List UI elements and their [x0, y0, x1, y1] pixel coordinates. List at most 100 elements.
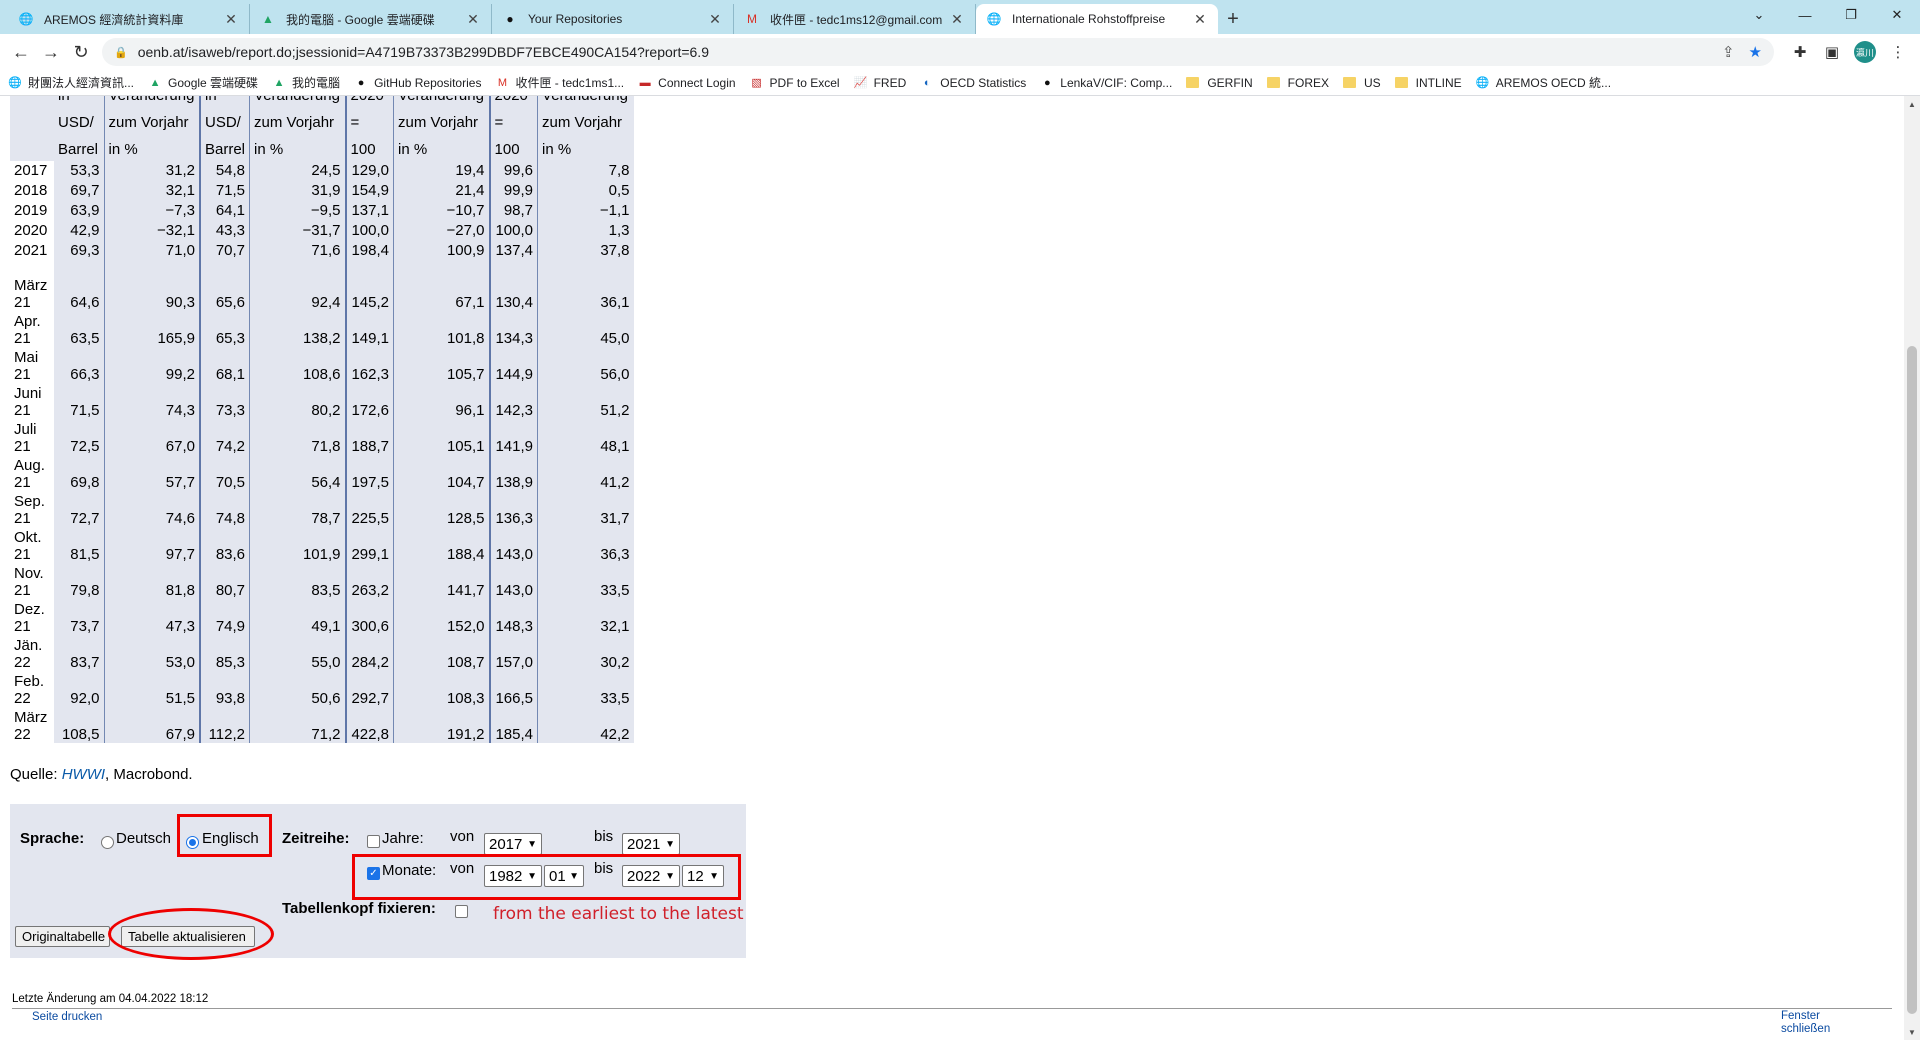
tab-5[interactable]: 🌐 Internationale Rohstoffpreise ✕ — [976, 4, 1218, 34]
scrollbar-thumb[interactable] — [1907, 346, 1917, 1014]
bookmark-item[interactable]: ◐ OECD Statistics — [920, 76, 1026, 90]
checkbox-monate[interactable]: ✓ — [367, 867, 380, 880]
bookmark-item[interactable]: 🌐 財團法人經濟資訊... — [8, 74, 134, 91]
chevron-down-icon: ▼ — [709, 870, 719, 882]
table-cell: 136,3 — [489, 491, 539, 527]
scroll-up-icon[interactable]: ▲ — [1904, 96, 1920, 112]
tab-search-icon[interactable]: ⌄ — [1736, 0, 1782, 30]
google-drive-icon: ▲ — [273, 76, 285, 89]
close-icon[interactable]: ✕ — [223, 11, 239, 28]
lock-icon[interactable]: 🔒 — [114, 46, 128, 59]
table-cell: 299,1 — [345, 527, 395, 563]
table-cell: 63,9 — [54, 201, 105, 221]
select-monate-from-year[interactable]: 1982 ▼ — [484, 865, 542, 887]
close-icon[interactable]: ✕ — [949, 11, 965, 28]
table-cell: 31,9 — [249, 181, 347, 201]
share-icon[interactable]: ⇪ — [1722, 43, 1735, 61]
bookmark-item[interactable]: ▧ PDF to Excel — [750, 76, 839, 90]
table-cell: 108,6 — [249, 347, 347, 383]
hwwi-link[interactable]: HWWI — [62, 766, 105, 783]
table-cell: 79,8 — [54, 563, 105, 599]
bookmark-item[interactable]: ● LenkaV/CIF: Comp... — [1040, 76, 1172, 90]
checkbox-jahre[interactable] — [367, 835, 380, 848]
tab-2[interactable]: ▲ 我的電腦 - Google 雲端硬碟 ✕ — [250, 4, 492, 34]
close-icon[interactable]: ✕ — [465, 11, 481, 28]
select-monate-from-month[interactable]: 01 ▼ — [544, 865, 584, 887]
table-cell: 72,7 — [54, 491, 105, 527]
row-label: Jän. 22 — [10, 635, 54, 671]
bookmark-item[interactable]: US — [1343, 76, 1381, 90]
back-button[interactable]: ← — [6, 37, 36, 67]
spacer-cell — [393, 261, 491, 275]
column-header: zum Vorjahr — [393, 107, 491, 134]
table-cell: 138,9 — [489, 455, 539, 491]
menu-icon[interactable]: ⋮ — [1882, 37, 1914, 67]
forward-button[interactable]: → — [36, 37, 66, 67]
restore-button[interactable]: ❐ — [1828, 0, 1874, 30]
close-window-button[interactable]: ✕ — [1874, 0, 1920, 30]
select-monate-to-month[interactable]: 12 ▼ — [682, 865, 724, 887]
bookmark-item[interactable]: M 收件匣 - tedc1ms1... — [495, 74, 624, 91]
table-cell: 284,2 — [345, 635, 395, 671]
year-suffix: 21 — [14, 402, 31, 419]
table-row: Aug. 21 69,8 57,7 70,5 56,4 197,5 104,7 138,9 41,… — [10, 455, 634, 491]
checkbox-tabellenkopf[interactable] — [455, 905, 468, 918]
bookmark-item[interactable]: 📈 FRED — [854, 76, 907, 90]
url-text[interactable]: oenb.at/isaweb/report.do;jsessionid=A471… — [138, 44, 1708, 60]
bookmark-item[interactable]: ▬ Connect Login — [638, 76, 736, 90]
year-suffix: 21 — [14, 330, 31, 347]
close-icon[interactable]: ✕ — [707, 11, 723, 28]
side-panel-icon[interactable]: ▣ — [1816, 37, 1848, 67]
vertical-scrollbar[interactable]: ▲ ▼ — [1904, 96, 1920, 1040]
year-suffix: 21 — [14, 438, 31, 455]
tab-4[interactable]: M 收件匣 - tedc1ms12@gmail.com ✕ — [734, 4, 976, 34]
scroll-down-icon[interactable]: ▼ — [1904, 1024, 1920, 1040]
bookmark-item[interactable]: ● GitHub Repositories — [354, 76, 482, 90]
table-cell: 197,5 — [345, 455, 395, 491]
bookmark-item[interactable]: INTLINE — [1394, 76, 1462, 90]
bookmark-item[interactable]: ▲ Google 雲端硬碟 — [148, 74, 258, 91]
select-jahre-from[interactable]: 2017 ▼ — [484, 833, 542, 855]
table-cell: 97,7 — [104, 527, 201, 563]
table-cell: 172,6 — [345, 383, 395, 419]
table-cell: 31,7 — [537, 491, 634, 527]
table-cell: 74,9 — [200, 599, 251, 635]
tab-1[interactable]: 🌐 AREMOS 經濟統計資料庫 ✕ — [8, 4, 250, 34]
table-row: 2018 69,7 32,1 71,5 31,9 154,9 21,4 99,9 0,5 — [10, 181, 634, 201]
radio-deutsch[interactable] — [101, 836, 114, 849]
bookmark-item[interactable]: GERFIN — [1186, 76, 1253, 90]
minimize-button[interactable]: — — [1782, 0, 1828, 30]
extensions-icon[interactable]: ✚ — [1784, 37, 1816, 67]
address-bar[interactable]: 🔒 oenb.at/isaweb/report.do;jsessionid=A4… — [102, 38, 1774, 66]
year-suffix: 21 — [14, 546, 31, 563]
github-icon: ● — [506, 12, 514, 26]
bookmark-star-icon[interactable]: ★ — [1749, 43, 1762, 61]
bis-label-years: bis — [594, 828, 614, 845]
select-jahre-to[interactable]: 2021 ▼ — [622, 833, 680, 855]
select-monate-to-year[interactable]: 2022 ▼ — [622, 865, 680, 887]
close-icon[interactable]: ✕ — [1192, 11, 1208, 28]
table-row: Juni 21 71,5 74,3 73,3 80,2 172,6 96,1 142,3 51,2 — [10, 383, 634, 419]
table-cell: 98,7 — [489, 201, 539, 221]
bookmark-item[interactable]: ▲ 我的電腦 — [272, 74, 340, 91]
reload-button[interactable]: ↻ — [66, 37, 96, 67]
bookmark-item[interactable]: FOREX — [1266, 76, 1329, 90]
row-label: Mai 21 — [10, 347, 54, 383]
originaltabelle-button[interactable]: Originaltabelle — [15, 926, 110, 947]
von-label-months: von — [450, 860, 475, 877]
table-row: 2017 53,3 31,2 54,8 24,5 129,0 19,4 99,6 7,8 — [10, 161, 634, 181]
table-cell: 422,8 — [345, 707, 395, 743]
close-window-link[interactable]: Fenster schließen — [1781, 1010, 1830, 1036]
print-page-link[interactable]: Seite drucken — [32, 1011, 102, 1023]
month-label: Aug. — [14, 457, 45, 474]
table-spacer-row — [10, 261, 634, 275]
bookmark-item[interactable]: 🌐 AREMOS OECD 統... — [1476, 74, 1611, 91]
table-cell: 48,1 — [537, 419, 634, 455]
jahre-label: Jahre: — [382, 830, 424, 847]
profile-avatar[interactable]: 瀛川 — [1854, 41, 1876, 63]
table-row: Dez. 21 73,7 47,3 74,9 49,1 300,6 152,0 148,3 32,… — [10, 599, 634, 635]
new-tab-button[interactable]: + — [1218, 4, 1248, 34]
tab-3[interactable]: ● Your Repositories ✕ — [492, 4, 734, 34]
table-cell: 51,2 — [537, 383, 634, 419]
globe-icon: 🌐 — [986, 12, 1002, 26]
